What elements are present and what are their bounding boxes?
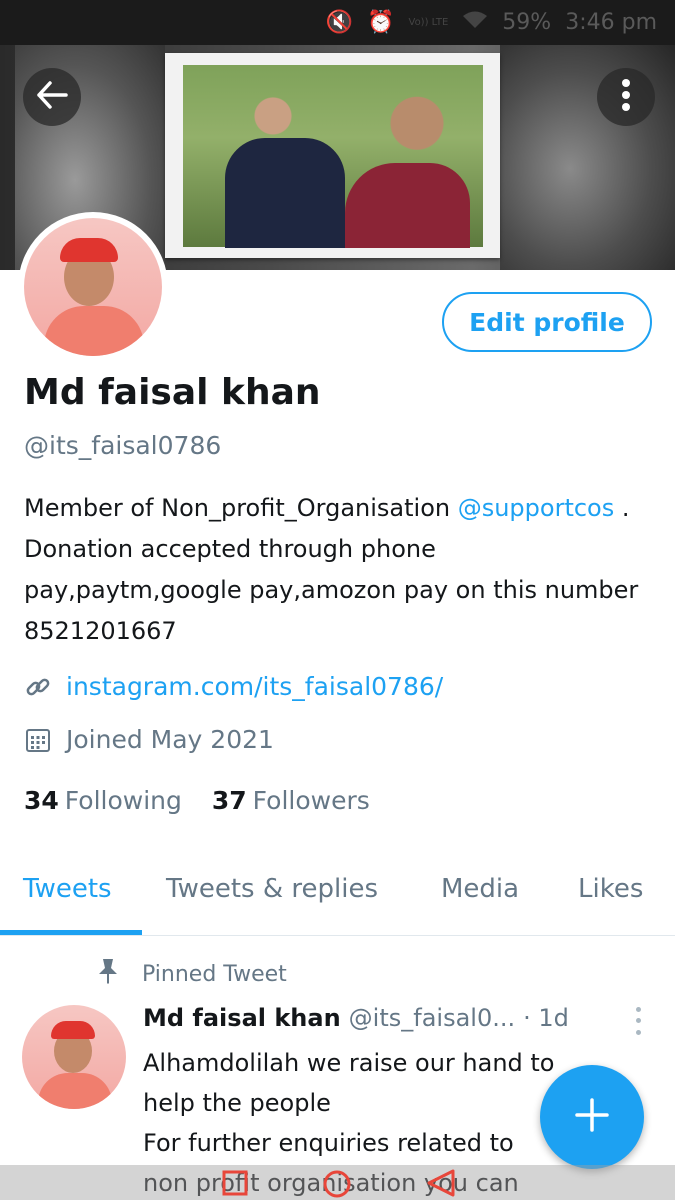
- recents-icon[interactable]: [220, 1168, 250, 1202]
- pin-icon: [96, 958, 120, 990]
- follow-stats: 34 Following 37 Followers: [24, 786, 370, 815]
- banner-framed-photo: [165, 53, 500, 258]
- system-navigation-bar: [0, 1165, 675, 1200]
- tab-tweets[interactable]: Tweets: [23, 874, 112, 904]
- tweet-author-avatar[interactable]: [22, 1005, 126, 1109]
- bio-mention-link[interactable]: @supportcos: [458, 494, 615, 522]
- website-link[interactable]: instagram.com/its_faisal0786/: [66, 672, 443, 701]
- tweet-header: Md faisal khan @its_faisal0... · 1d: [143, 1004, 569, 1032]
- tweet-author-name[interactable]: Md faisal khan: [143, 1004, 341, 1032]
- pinned-tweet-label: Pinned Tweet: [142, 961, 287, 987]
- mute-icon: 🔇: [325, 10, 354, 35]
- tweet-author-handle[interactable]: @its_faisal0...: [349, 1004, 515, 1032]
- home-icon[interactable]: [321, 1168, 353, 1204]
- bio-text-start: Member of Non_profit_Organisation: [24, 494, 458, 522]
- network-label: Vo)) LTE: [408, 17, 449, 28]
- plus-icon: [574, 1097, 610, 1137]
- alarm-icon: ⏰: [367, 10, 395, 35]
- followers-link[interactable]: 37 Followers: [212, 786, 370, 815]
- tweet-options-button[interactable]: [628, 1004, 648, 1038]
- profile-website: instagram.com/its_faisal0786/: [24, 672, 443, 701]
- following-link[interactable]: 34 Following: [24, 786, 182, 815]
- profile-joined: Joined May 2021: [24, 725, 274, 754]
- tab-media[interactable]: Media: [441, 874, 519, 904]
- back-button[interactable]: [23, 68, 81, 126]
- wifi-icon: [462, 10, 488, 36]
- more-options-button[interactable]: [597, 68, 655, 126]
- avatar-image: [24, 218, 162, 356]
- back-nav-icon[interactable]: [425, 1168, 457, 1202]
- more-vertical-icon: [621, 78, 631, 116]
- profile-avatar[interactable]: [18, 212, 168, 362]
- battery-percent: 59%: [502, 10, 552, 35]
- joined-date: Joined May 2021: [66, 725, 274, 754]
- tab-likes[interactable]: Likes: [578, 874, 643, 904]
- calendar-icon: [24, 726, 52, 754]
- followers-label: Followers: [252, 786, 370, 815]
- profile-bio: Member of Non_profit_Organisation @suppo…: [24, 488, 654, 652]
- status-bar: 🔇 ⏰ Vo)) LTE 59% 3:46 pm: [0, 0, 675, 45]
- following-label: Following: [64, 786, 182, 815]
- status-time: 3:46 pm: [565, 10, 657, 35]
- tab-tweets-replies[interactable]: Tweets & replies: [166, 874, 378, 904]
- following-count: 34: [24, 786, 59, 815]
- followers-count: 37: [211, 786, 247, 815]
- profile-tabs: Tweets Tweets & replies Media Likes: [0, 860, 675, 936]
- banner-person-right: [345, 163, 470, 248]
- tweet-line: Alhamdolilah we raise our hand to: [143, 1049, 555, 1077]
- active-tab-indicator: [0, 930, 142, 935]
- arrow-left-icon: [36, 81, 68, 113]
- edit-profile-button[interactable]: Edit profile: [442, 292, 652, 352]
- link-icon: [24, 673, 52, 701]
- banner-person-left: [225, 138, 345, 248]
- pinned-label-row: Pinned Tweet: [96, 958, 287, 990]
- tweet-time: · 1d: [523, 1004, 569, 1032]
- compose-tweet-button[interactable]: [540, 1065, 644, 1169]
- profile-name: Md faisal khan: [24, 372, 321, 413]
- profile-handle: @its_faisal0786: [24, 431, 222, 460]
